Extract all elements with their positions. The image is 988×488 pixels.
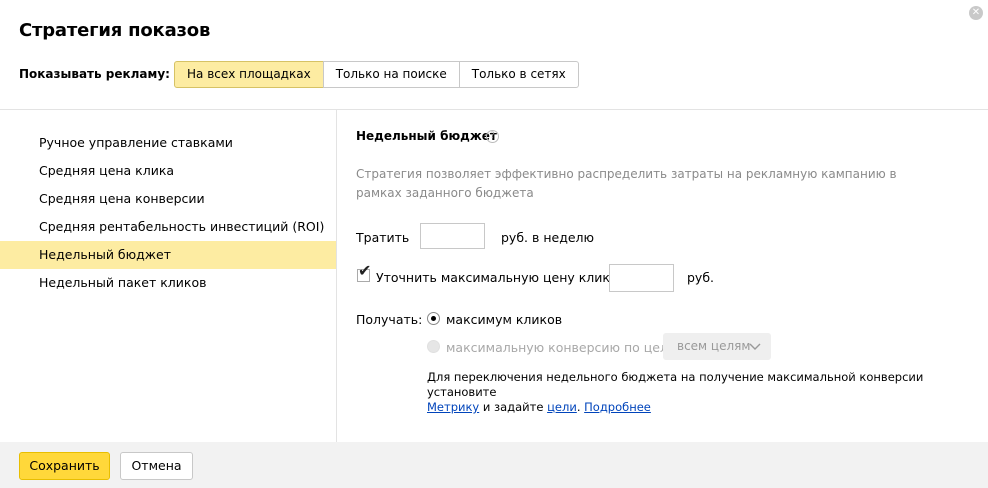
max-cpc-unit: руб. bbox=[687, 270, 715, 285]
header-divider bbox=[0, 109, 988, 110]
receive-label: Получать: bbox=[356, 312, 423, 327]
section-title: Недельный бюджет bbox=[356, 129, 497, 143]
spend-label: Тратить bbox=[356, 230, 410, 245]
placement-segmented-control: На всех площадках Только на поиске Тольк… bbox=[174, 61, 579, 88]
goal-select[interactable]: всем целям bbox=[663, 333, 771, 360]
show-ads-label: Показывать рекламу: bbox=[19, 67, 170, 81]
help-icon[interactable]: ? bbox=[486, 130, 499, 143]
strategy-item-roi[interactable]: Средняя рентабельность инвестиций (ROI) bbox=[0, 213, 336, 241]
weekly-budget-input[interactable] bbox=[420, 223, 485, 249]
placement-networks-button[interactable]: Только в сетях bbox=[458, 61, 579, 88]
note-text: Для переключения недельного бюджета на п… bbox=[427, 370, 924, 399]
more-link[interactable]: Подробнее bbox=[584, 400, 651, 414]
max-cpc-input[interactable] bbox=[609, 264, 674, 292]
dialog-title: Стратегия показов bbox=[19, 20, 211, 41]
checkmark-icon: ✔ bbox=[358, 261, 372, 280]
max-clicks-radio[interactable] bbox=[427, 312, 440, 325]
strategy-list: Ручное управление ставками Средняя цена … bbox=[0, 129, 336, 297]
max-clicks-label[interactable]: максимум кликов bbox=[446, 312, 562, 327]
panel-divider bbox=[336, 110, 337, 442]
note-and: и задайте bbox=[482, 400, 544, 414]
max-conversion-radio[interactable] bbox=[427, 340, 440, 353]
goal-select-value: всем целям bbox=[677, 339, 751, 353]
strategy-item-avg-cpc[interactable]: Средняя цена клика bbox=[0, 157, 336, 185]
spend-unit: руб. в неделю bbox=[501, 230, 595, 245]
max-conversion-label: максимальную конверсию по цели: bbox=[446, 340, 681, 355]
strategy-item-manual[interactable]: Ручное управление ставками bbox=[0, 129, 336, 157]
strategy-item-weekly-budget[interactable]: Недельный бюджет bbox=[0, 241, 336, 269]
metrika-link[interactable]: Метрику bbox=[427, 400, 479, 414]
chevron-down-icon bbox=[749, 333, 761, 370]
cancel-button[interactable]: Отмена bbox=[120, 452, 193, 480]
strategy-item-weekly-clicks[interactable]: Недельный пакет кликов bbox=[0, 269, 336, 297]
strategy-description: Стратегия позволяет эффективно распредел… bbox=[356, 167, 897, 200]
placement-search-button[interactable]: Только на поиске bbox=[322, 61, 460, 88]
conversion-note: Для переключения недельного бюджета на п… bbox=[427, 370, 924, 414]
strategy-item-avg-cpa[interactable]: Средняя цена конверсии bbox=[0, 185, 336, 213]
save-button[interactable]: Сохранить bbox=[19, 452, 110, 480]
close-icon[interactable]: ✕ bbox=[969, 6, 983, 20]
goals-link[interactable]: цели bbox=[547, 400, 577, 414]
max-cpc-label[interactable]: Уточнить максимальную цену клика bbox=[376, 270, 618, 285]
placement-all-button[interactable]: На всех площадках bbox=[174, 61, 324, 88]
